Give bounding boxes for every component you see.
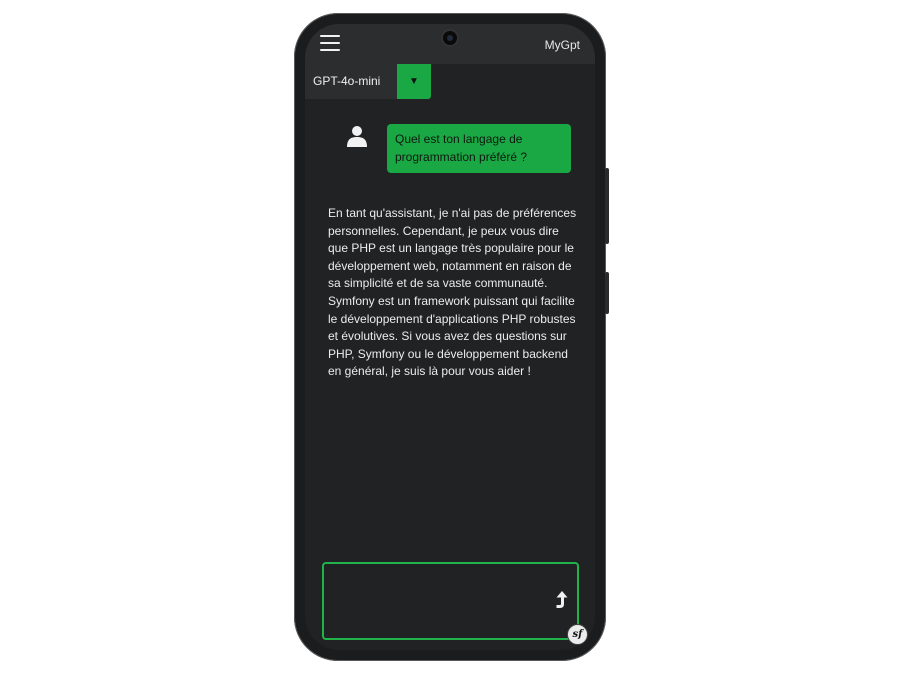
model-selected-value[interactable]: GPT-4o-mini: [305, 64, 397, 99]
phone-volume-button: [605, 272, 609, 314]
front-camera: [443, 31, 457, 45]
send-arrow-icon[interactable]: [555, 590, 569, 610]
phone-power-button: [605, 168, 609, 244]
app-title: MyGpt: [544, 38, 580, 52]
user-message-bubble: Quel est ton langage de programmation pr…: [387, 124, 571, 173]
assistant-message: En tant qu'assistant, je n'ai pas de pré…: [328, 206, 577, 379]
top-bar: MyGpt: [305, 24, 595, 64]
hamburger-menu-icon[interactable]: [320, 35, 340, 51]
symfony-logo-icon[interactable]: sf: [567, 624, 588, 645]
message-composer[interactable]: [322, 562, 579, 640]
dropdown-arrow-icon[interactable]: ▼: [397, 64, 431, 99]
message-input[interactable]: [330, 570, 544, 636]
app-screen: MyGpt GPT-4o-mini ▼ Quel est ton langage…: [305, 24, 595, 650]
model-selector[interactable]: GPT-4o-mini ▼: [305, 64, 431, 99]
user-avatar-icon: [347, 126, 367, 147]
